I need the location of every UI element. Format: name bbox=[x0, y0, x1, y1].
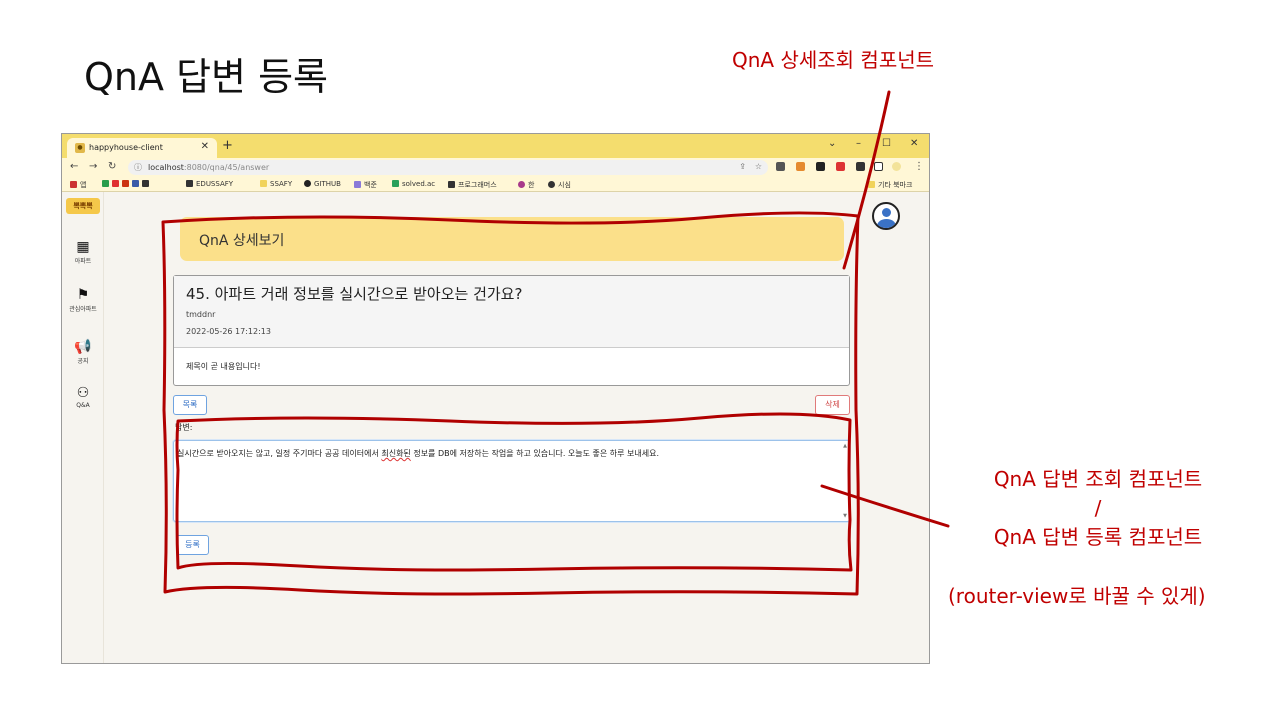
annotation-separator: / bbox=[1094, 496, 1102, 520]
profile-icon[interactable] bbox=[892, 162, 901, 171]
sidepanel-icon[interactable] bbox=[874, 162, 883, 171]
answer-text-underlined: 최신화된 bbox=[381, 449, 411, 458]
annotation-answer-component: QnA 답변 조회 컴포넌트 / QnA 답변 등록 컴포넌트 bbox=[948, 465, 1248, 552]
bookmarks-bar: 앱 EDUSSAFY SSAFY GITHUB 백준 solved.ac 프로그… bbox=[62, 178, 929, 192]
extension-icon[interactable] bbox=[836, 162, 845, 171]
star-icon[interactable]: ☆ bbox=[755, 162, 762, 171]
other-bookmarks[interactable]: 기타 북마크 bbox=[868, 180, 912, 190]
url-host: localhost bbox=[148, 163, 184, 172]
annotation-router-note: (router-view로 바꿀 수 있게) bbox=[948, 584, 1206, 608]
window-close-icon[interactable]: ✕ bbox=[910, 138, 918, 149]
qna-date: 2022-05-26 17:12:13 bbox=[186, 327, 271, 336]
url-path: :8080/qna/45/answer bbox=[183, 163, 270, 172]
answer-text: 실시간으로 받아오지는 않고, 일정 주기마다 공공 데이터에서 bbox=[177, 449, 382, 458]
annotation-answer-view: QnA 답변 조회 컴포넌트 bbox=[993, 467, 1203, 491]
app-logo[interactable]: 뽁뽁뽁 bbox=[66, 198, 100, 214]
tab-title: happyhouse-client bbox=[89, 143, 163, 152]
flag-icon: ⚑ bbox=[76, 287, 90, 303]
bookmark-item[interactable]: 한 bbox=[518, 180, 534, 190]
sidebar-item-label: 아파트 bbox=[74, 258, 92, 265]
submit-answer-button[interactable]: 등록 bbox=[176, 535, 209, 555]
answer-label: 답변: bbox=[175, 423, 193, 432]
qna-content: 제목이 곧 내용입니다! bbox=[186, 362, 261, 371]
browser-window: ● happyhouse-client ✕ + ⌄ – ☐ ✕ ← → ↻ ⓘ … bbox=[61, 133, 930, 664]
sidebar-item-apartment[interactable]: ▦ 아파트 bbox=[62, 240, 104, 265]
bookmark-item[interactable]: 프로그래머스 bbox=[448, 180, 497, 190]
info-icon: ⓘ bbox=[134, 163, 142, 172]
list-button[interactable]: 목록 bbox=[173, 395, 207, 415]
user-avatar[interactable] bbox=[872, 202, 900, 230]
sidebar: 뽁뽁뽁 ▦ 아파트 ⚑ 관심아파트 📢 공지 ⚇ Q&A bbox=[62, 192, 104, 663]
sidebar-item-label: 관심아파트 bbox=[69, 306, 97, 313]
extension-icon[interactable] bbox=[796, 162, 805, 171]
minimize-icon[interactable]: – bbox=[856, 138, 861, 149]
sidebar-item-notice[interactable]: 📢 공지 bbox=[62, 340, 104, 365]
sidebar-item-qna[interactable]: ⚇ Q&A bbox=[62, 386, 104, 409]
bookmark-item[interactable]: 백준 bbox=[354, 180, 377, 190]
annotation-answer-register: QnA 답변 등록 컴포넌트 bbox=[993, 525, 1203, 549]
qna-title: 45. 아파트 거래 정보를 실시간으로 받아오는 건가요? bbox=[186, 285, 523, 303]
card-header: 45. 아파트 거래 정보를 실시간으로 받아오는 건가요? tmddnr 20… bbox=[174, 276, 849, 348]
scroll-up-icon[interactable]: ▲ bbox=[843, 443, 847, 449]
detail-header: QnA 상세보기 bbox=[180, 217, 844, 261]
bookmark-item[interactable]: solved.ac bbox=[392, 180, 435, 188]
puzzle-icon[interactable] bbox=[856, 162, 865, 171]
share-icon[interactable]: ⇪ bbox=[739, 162, 746, 171]
delete-button[interactable]: 삭제 bbox=[815, 395, 850, 415]
slide-title: QnA 답변 등록 bbox=[84, 55, 328, 99]
qna-author: tmddnr bbox=[186, 310, 216, 319]
app-content: 뽁뽁뽁 ▦ 아파트 ⚑ 관심아파트 📢 공지 ⚇ Q&A QnA 상세보기 45… bbox=[62, 192, 929, 663]
tab-favicon-icon: ● bbox=[75, 143, 85, 153]
bookmark-item[interactable]: 앱 bbox=[70, 180, 86, 190]
browser-tab[interactable]: ● happyhouse-client ✕ bbox=[67, 138, 217, 158]
extension-icon[interactable] bbox=[776, 162, 785, 171]
building-icon: ▦ bbox=[76, 239, 90, 255]
scroll-down-icon[interactable]: ▼ bbox=[843, 513, 847, 519]
new-tab-button[interactable]: + bbox=[222, 138, 233, 153]
url-input[interactable]: ⓘ localhost:8080/qna/45/answer ⇪ ☆ bbox=[128, 160, 768, 175]
answer-textarea[interactable]: 실시간으로 받아오지는 않고, 일정 주기마다 공공 데이터에서 최신화된 정보… bbox=[173, 440, 850, 522]
tab-bar: ● happyhouse-client ✕ + ⌄ – ☐ ✕ bbox=[62, 134, 929, 158]
maximize-icon[interactable]: ☐ bbox=[882, 138, 891, 149]
download-icon[interactable] bbox=[816, 162, 825, 171]
qna-detail-card: 45. 아파트 거래 정보를 실시간으로 받아오는 건가요? tmddnr 20… bbox=[173, 275, 850, 386]
chevron-down-icon[interactable]: ⌄ bbox=[828, 138, 836, 149]
megaphone-icon: 📢 bbox=[74, 339, 92, 355]
qna-icon: ⚇ bbox=[76, 385, 90, 401]
back-icon[interactable]: ← bbox=[70, 161, 78, 172]
slide: QnA 답변 등록 QnA 상세조회 컴포넌트 QnA 답변 조회 컴포넌트 /… bbox=[0, 0, 1280, 720]
sidebar-item-favorite[interactable]: ⚑ 관심아파트 bbox=[62, 288, 104, 313]
bookmark-item[interactable]: SSAFY bbox=[260, 180, 292, 188]
sidebar-item-label: Q&A bbox=[76, 402, 90, 409]
bookmark-item[interactable]: EDUSSAFY bbox=[186, 180, 233, 188]
forward-icon[interactable]: → bbox=[89, 161, 97, 172]
sidebar-item-label: 공지 bbox=[77, 358, 89, 365]
bookmark-item[interactable]: 시심 bbox=[548, 180, 571, 190]
annotation-detail-component: QnA 상세조회 컴포넌트 bbox=[732, 48, 935, 72]
reload-icon[interactable]: ↻ bbox=[108, 161, 116, 172]
answer-text: 정보를 DB에 저장하는 작업을 하고 있습니다. 오늘도 좋은 하루 보내세요… bbox=[410, 449, 660, 458]
close-icon[interactable]: ✕ bbox=[201, 141, 209, 152]
bookmark-item[interactable]: GITHUB bbox=[304, 180, 341, 188]
menu-icon[interactable]: ⋮ bbox=[914, 161, 924, 172]
address-bar-row: ← → ↻ ⓘ localhost:8080/qna/45/answer ⇪ ☆… bbox=[62, 158, 929, 178]
bookmark-icons[interactable] bbox=[102, 180, 152, 188]
